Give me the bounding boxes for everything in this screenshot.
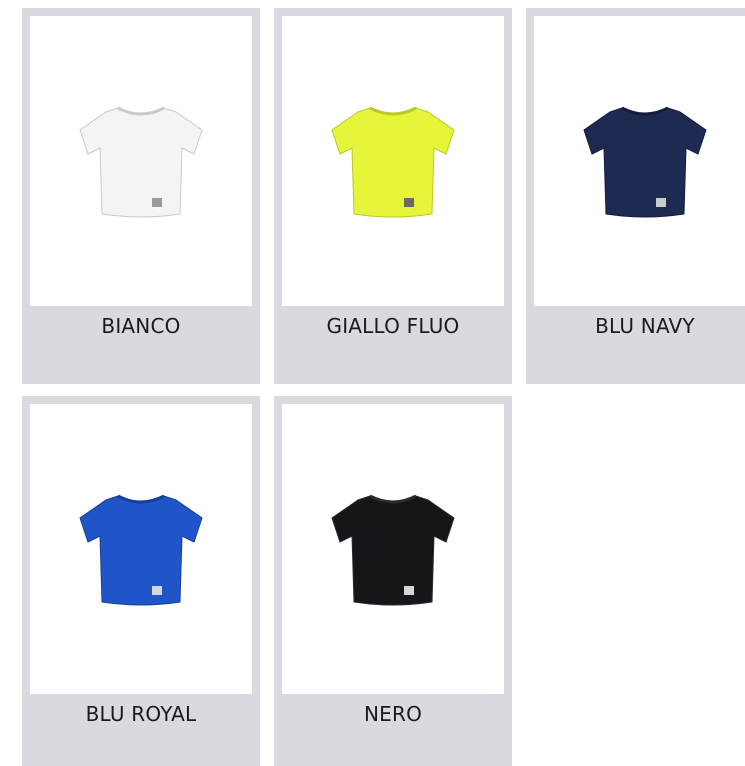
swatch-card-blu-royal[interactable]: BLU ROYAL — [22, 396, 260, 766]
swatch-card-bianco[interactable]: BIANCO — [22, 8, 260, 384]
swatch-label: BIANCO — [101, 314, 181, 338]
tshirt-image — [331, 106, 455, 218]
product-image — [30, 16, 252, 306]
swatch-label: GIALLO FLUO — [326, 314, 460, 338]
tshirt-image — [79, 106, 203, 218]
product-image — [282, 404, 504, 694]
swatch-label: BLU ROYAL — [85, 702, 197, 726]
tshirt-image — [79, 494, 203, 606]
swatch-label: NERO — [363, 702, 423, 726]
swatch-card-blu-navy[interactable]: BLU NAVY — [526, 8, 745, 384]
tshirt-image — [331, 494, 455, 606]
product-image — [534, 16, 745, 306]
swatch-card-nero[interactable]: NERO — [274, 396, 512, 766]
swatch-card-giallo-fluo[interactable]: GIALLO FLUO — [274, 8, 512, 384]
swatch-label: BLU NAVY — [595, 314, 695, 338]
color-swatch-grid: BIANCO GIALLO FLUO BLU NAVY BLU ROYAL NE… — [0, 0, 745, 766]
product-image — [30, 404, 252, 694]
product-image — [282, 16, 504, 306]
tshirt-image — [583, 106, 707, 218]
